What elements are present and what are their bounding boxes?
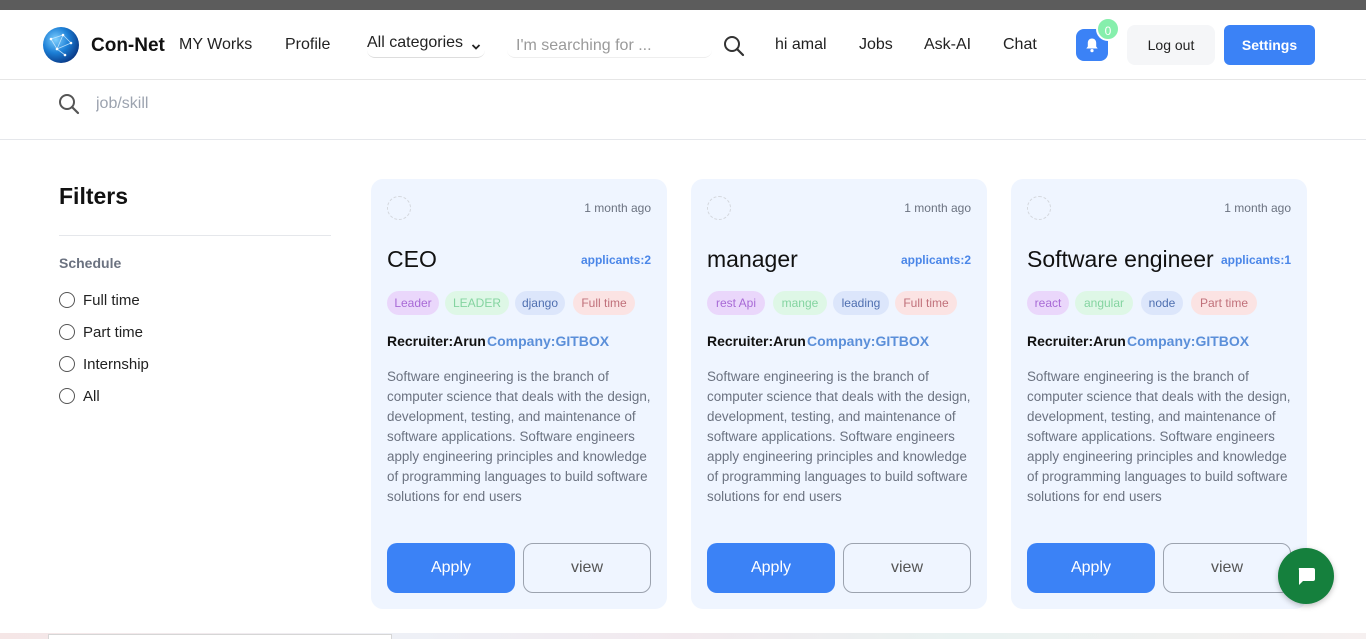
job-title: manager <box>707 246 798 272</box>
tag-chip: angular <box>1075 291 1133 315</box>
chevron-down-icon <box>471 39 481 57</box>
posted-time: 1 month ago <box>584 201 651 215</box>
browser-top-strip <box>0 0 1366 10</box>
logout-button[interactable]: Log out <box>1127 25 1215 65</box>
posted-time: 1 month ago <box>1224 201 1291 215</box>
tag-chip: Full time <box>573 291 635 315</box>
view-button[interactable]: view <box>523 543 651 593</box>
chat-fab-button[interactable] <box>1278 548 1334 604</box>
job-card: 1 month ago manager applicants:2 rest Ap… <box>691 179 987 609</box>
tag-chip: react <box>1027 291 1069 315</box>
job-search-bar <box>0 80 1366 140</box>
notification-count-badge: 0 <box>1096 17 1120 41</box>
globe-logo-icon[interactable] <box>43 27 79 63</box>
tag-chip: Full time <box>895 291 957 315</box>
view-button[interactable]: view <box>843 543 971 593</box>
posted-time: 1 month ago <box>904 201 971 215</box>
filter-option-label: All <box>83 388 100 405</box>
applicants-count: applicants:1 <box>1220 253 1291 267</box>
tag-chip: Part time <box>1191 291 1257 315</box>
settings-button[interactable]: Settings <box>1224 25 1315 65</box>
radio-button[interactable] <box>59 324 75 340</box>
nav-profile[interactable]: Profile <box>285 36 330 54</box>
bell-icon <box>1086 38 1098 53</box>
apply-button[interactable]: Apply <box>387 543 515 593</box>
tag-chip: leading <box>833 291 889 315</box>
job-description: Software engineering is the branch of co… <box>1027 369 1291 504</box>
apply-button[interactable]: Apply <box>1027 543 1155 593</box>
recruiter-avatar <box>387 196 411 220</box>
divider <box>59 235 331 236</box>
navbar: Con-Net MY Works Profile All categories … <box>0 10 1366 80</box>
job-title: CEO <box>387 246 437 272</box>
category-select-value: All categories <box>367 34 464 51</box>
recruiter-avatar <box>1027 196 1051 220</box>
job-description: Software engineering is the branch of co… <box>707 369 971 504</box>
job-card: 1 month ago Software engineer applicants… <box>1011 179 1307 609</box>
nav-ask-ai[interactable]: Ask-AI <box>924 36 971 54</box>
greeting-text[interactable]: hi amal <box>775 36 827 54</box>
company-name[interactable]: Company:GITBOX <box>807 333 929 349</box>
company-name[interactable]: Company:GITBOX <box>487 333 609 349</box>
tag-chip: Leader <box>387 291 439 315</box>
schedule-label: Schedule <box>59 255 122 271</box>
applicants-count: applicants:2 <box>900 253 971 267</box>
brand-name[interactable]: Con-Net <box>91 35 165 57</box>
chat-bubble-icon <box>1298 568 1315 585</box>
tag-chip: mange <box>773 291 827 315</box>
job-card: 1 month ago CEO applicants:2 Leader LEAD… <box>371 179 667 609</box>
category-select[interactable]: All categories <box>367 34 485 58</box>
radio-button[interactable] <box>59 356 75 372</box>
recruiter-avatar <box>707 196 731 220</box>
radio-button[interactable] <box>59 388 75 404</box>
filter-option-label: Internship <box>83 356 149 373</box>
recruiter-name: Recruiter:Arun <box>707 333 806 349</box>
apply-button[interactable]: Apply <box>707 543 835 593</box>
tag-chip: django <box>515 291 565 315</box>
nav-chat[interactable]: Chat <box>1003 36 1037 54</box>
filter-option-label: Full time <box>83 292 140 309</box>
view-button[interactable]: view <box>1163 543 1291 593</box>
applicants-count: applicants:2 <box>580 253 651 267</box>
filters-title: Filters <box>59 183 129 209</box>
nav-my-works[interactable]: MY Works <box>179 36 252 54</box>
recruiter-name: Recruiter:Arun <box>387 333 486 349</box>
search-icon <box>58 93 80 120</box>
job-skill-search-input[interactable] <box>90 92 490 116</box>
radio-button[interactable] <box>59 292 75 308</box>
company-name[interactable]: Company:GITBOX <box>1127 333 1249 349</box>
recruiter-name: Recruiter:Arun <box>1027 333 1126 349</box>
tag-chip: rest Api <box>707 291 765 315</box>
job-description: Software engineering is the branch of co… <box>387 369 651 504</box>
job-title: Software engineer <box>1027 246 1214 272</box>
tag-chip: node <box>1141 291 1183 315</box>
next-row-peek-box <box>48 634 392 639</box>
nav-jobs[interactable]: Jobs <box>859 36 893 54</box>
tag-chip: LEADER <box>445 291 509 315</box>
filter-option-label: Part time <box>83 324 144 341</box>
global-search-input[interactable] <box>507 34 712 58</box>
search-icon[interactable] <box>723 35 745 62</box>
